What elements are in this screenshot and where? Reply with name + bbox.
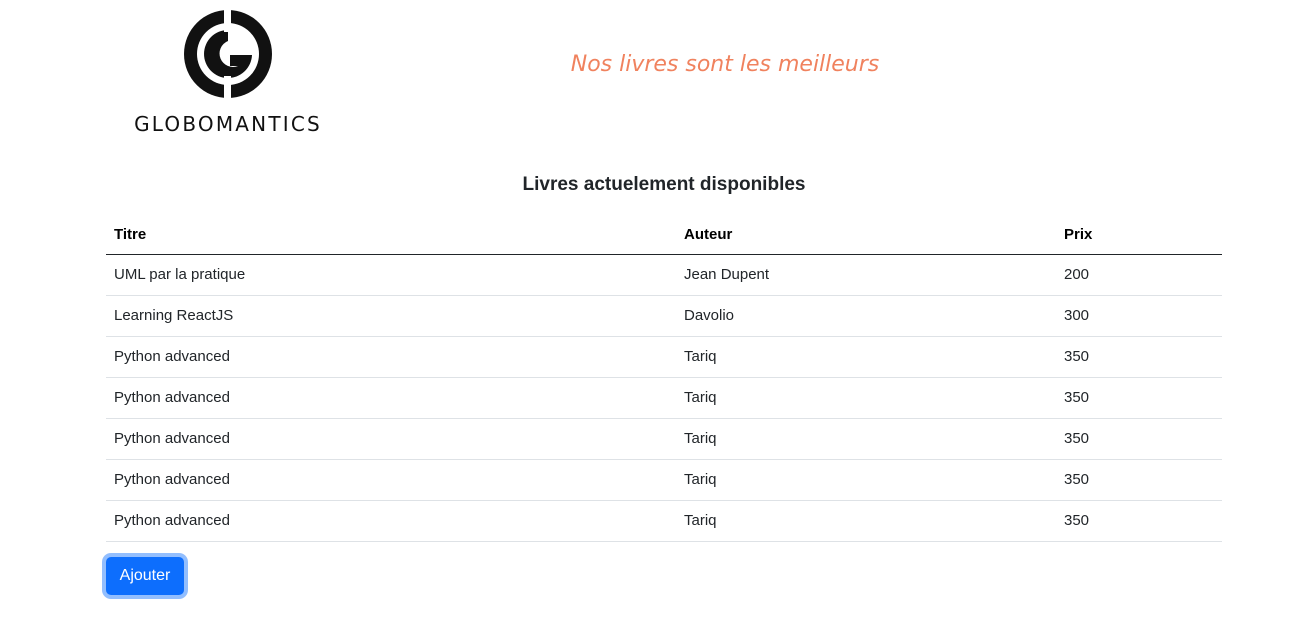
cell-auteur: Tariq xyxy=(676,500,1056,542)
table-row: Learning ReactJS Davolio 300 xyxy=(106,295,1222,337)
books-table: Titre Auteur Prix UML par la pratique Je… xyxy=(106,216,1222,542)
column-header-auteur: Auteur xyxy=(676,216,1056,255)
cell-titre: Learning ReactJS xyxy=(106,295,676,337)
cell-auteur: Tariq xyxy=(676,377,1056,419)
add-book-button[interactable]: Ajouter xyxy=(106,557,184,595)
cell-titre: Python advanced xyxy=(106,459,676,501)
cell-auteur: Davolio xyxy=(676,295,1056,337)
cell-prix: 350 xyxy=(1056,418,1222,460)
table-row: Python advanced Tariq 350 xyxy=(106,418,1222,460)
column-header-titre: Titre xyxy=(106,216,676,255)
cell-prix: 350 xyxy=(1056,500,1222,542)
brand-name: GLOBOMANTICS xyxy=(134,112,322,136)
cell-auteur: Tariq xyxy=(676,336,1056,378)
column-header-prix: Prix xyxy=(1056,216,1222,255)
table-header-row: Titre Auteur Prix xyxy=(106,216,1222,255)
cell-prix: 350 xyxy=(1056,459,1222,501)
cell-titre: Python advanced xyxy=(106,377,676,419)
header: GLOBOMANTICS Nos livres sont les meilleu… xyxy=(0,0,1300,150)
table-row: Python advanced Tariq 350 xyxy=(106,377,1222,419)
tagline: Nos livres sont les meilleurs xyxy=(570,52,880,77)
cell-prix: 350 xyxy=(1056,377,1222,419)
cell-auteur: Jean Dupent xyxy=(676,254,1056,296)
cell-prix: 200 xyxy=(1056,254,1222,296)
table-row: UML par la pratique Jean Dupent 200 xyxy=(106,254,1222,296)
cell-auteur: Tariq xyxy=(676,459,1056,501)
table-row: Python advanced Tariq 350 xyxy=(106,500,1222,542)
cell-prix: 350 xyxy=(1056,336,1222,378)
cell-titre: Python advanced xyxy=(106,500,676,542)
cell-auteur: Tariq xyxy=(676,418,1056,460)
cell-prix: 300 xyxy=(1056,295,1222,337)
table-row: Python advanced Tariq 350 xyxy=(106,459,1222,501)
brand-logo: GLOBOMANTICS xyxy=(120,8,340,140)
globomantics-logo-icon xyxy=(184,8,272,100)
table-row: Python advanced Tariq 350 xyxy=(106,336,1222,378)
page-title: Livres actuelement disponibles xyxy=(522,174,806,195)
cell-titre: UML par la pratique xyxy=(106,254,676,296)
cell-titre: Python advanced xyxy=(106,418,676,460)
cell-titre: Python advanced xyxy=(106,336,676,378)
